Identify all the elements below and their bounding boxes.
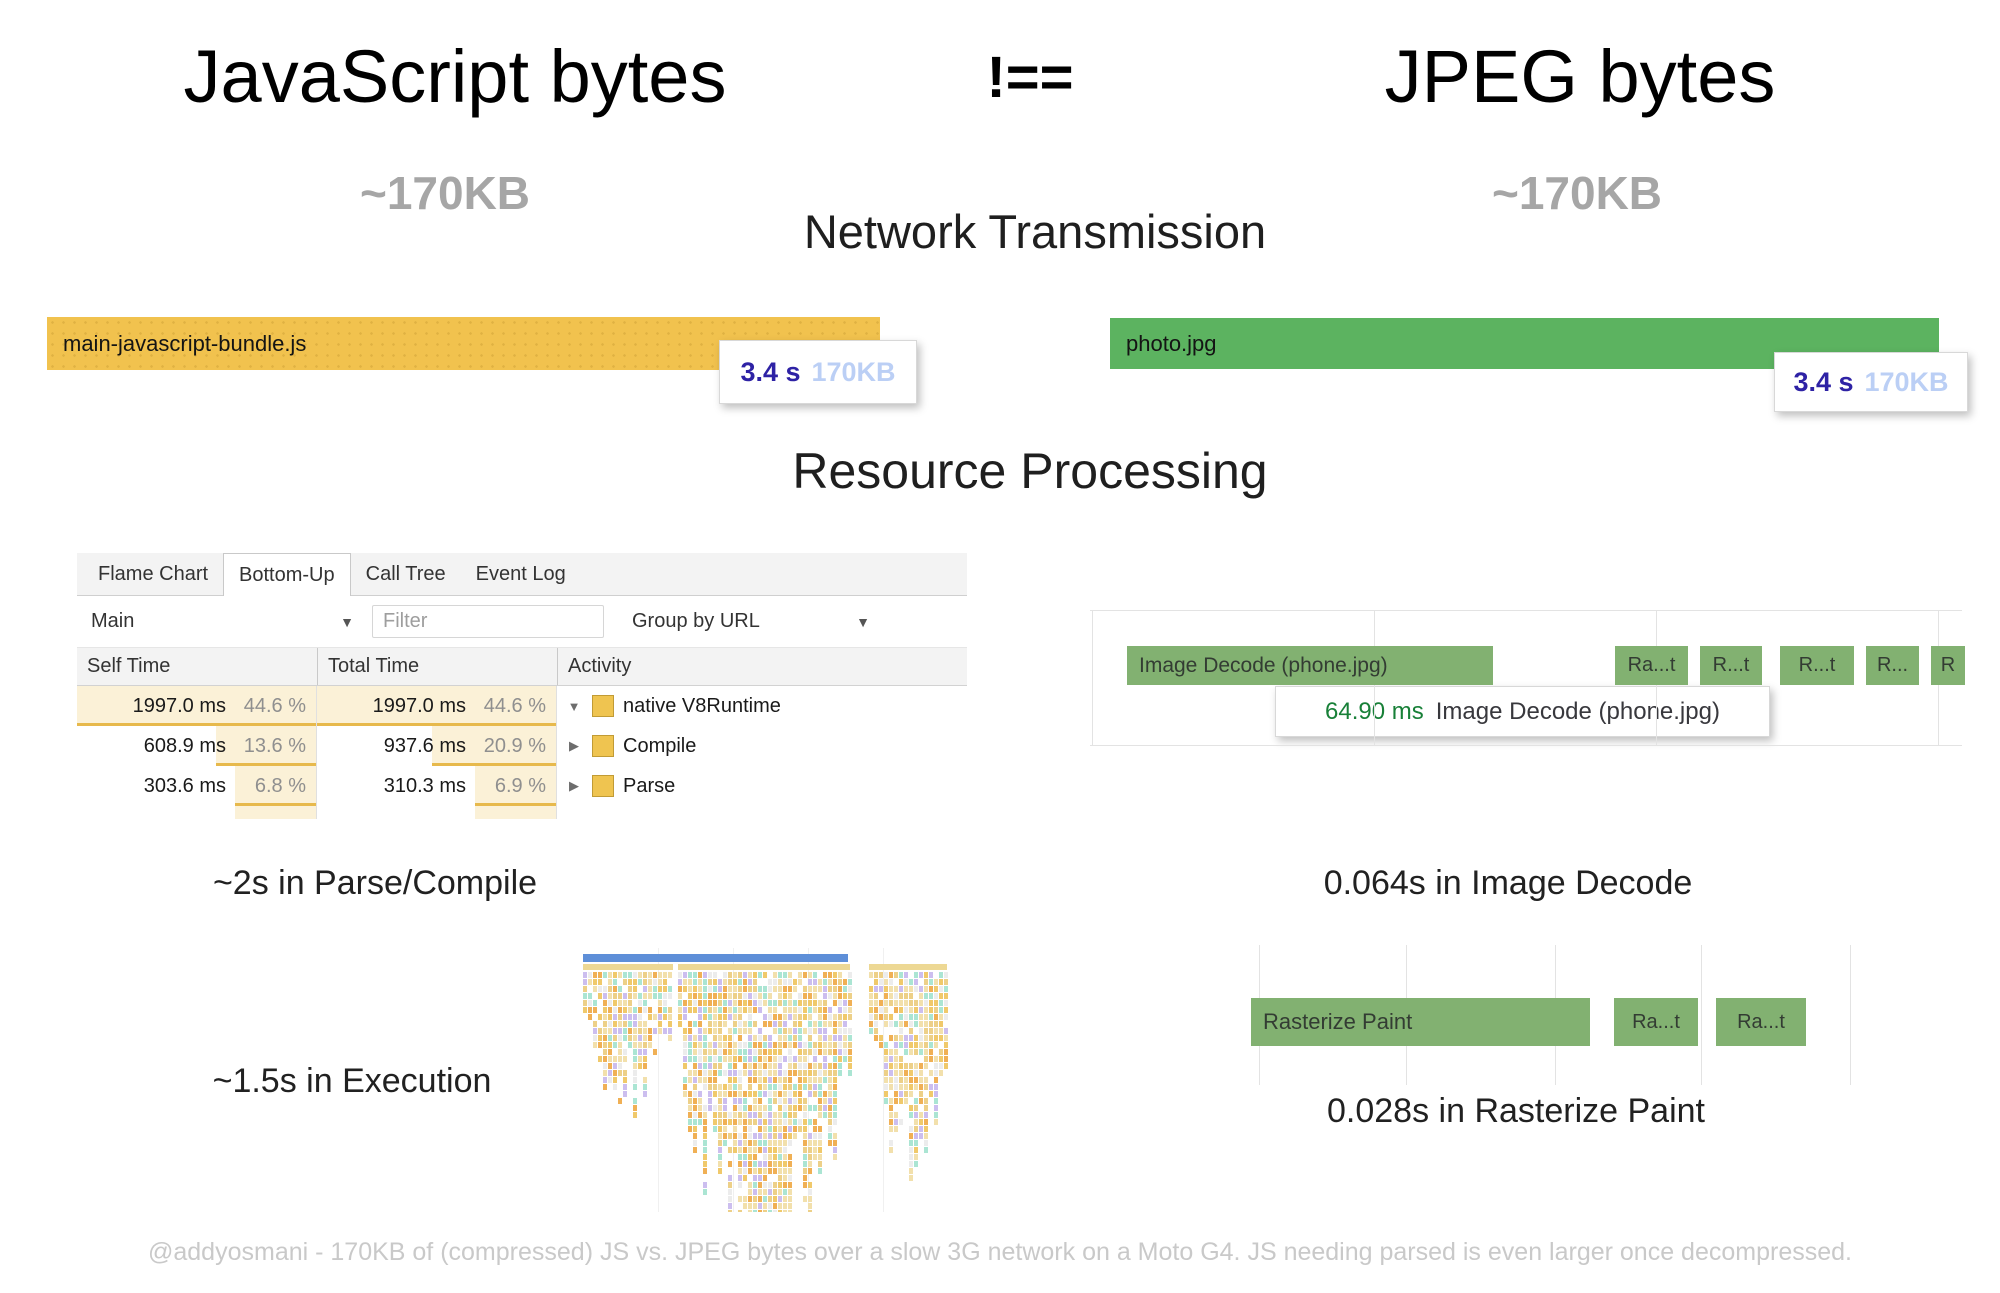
activity-color-swatch <box>592 735 614 757</box>
table-row[interactable]: 303.6 ms6.8 %310.3 ms6.9 % ▶ Parse <box>77 766 967 806</box>
chevron-down-icon: ▼ <box>340 614 354 630</box>
tab-event-log[interactable]: Event Log <box>461 553 581 595</box>
tab-flame-chart[interactable]: Flame Chart <box>83 553 223 595</box>
caption-parse-compile: ~2s in Parse/Compile <box>75 864 675 903</box>
tab-call-tree[interactable]: Call Tree <box>351 553 461 595</box>
timeline-gridline <box>1850 945 1851 1085</box>
table-row[interactable]: 1997.0 ms44.6 %1997.0 ms44.6 % ▼ native V8… <box>77 686 967 726</box>
self-time-cell: 1997.0 ms44.6 % <box>77 686 317 726</box>
jpeg-network-bar-label: photo.jpg <box>1126 331 1217 357</box>
table-row-partial <box>77 806 967 819</box>
footer-attribution: @addyosmani - 170KB of (compressed) JS v… <box>0 1238 2000 1267</box>
caption-image-decode: 0.064s in Image Decode <box>1158 864 1858 903</box>
decode-tooltip-label: Image Decode (phone.jpg) <box>1436 698 1720 726</box>
timeline-bar-main[interactable]: Image Decode (phone.jpg) <box>1127 646 1493 685</box>
js-tooltip-size: 170KB <box>812 357 896 388</box>
timeline-bar-label: R <box>1941 654 1955 677</box>
thread-select[interactable]: Main ▼ <box>77 596 372 647</box>
timeline-bar-label: R...t <box>1713 654 1750 677</box>
network-transmission-heading: Network Transmission <box>600 204 1470 259</box>
thread-select-value: Main <box>91 610 134 633</box>
timeline-gridline <box>1092 610 1093 745</box>
triangle-down-icon[interactable]: ▼ <box>565 699 583 714</box>
table-row[interactable]: 608.9 ms13.6 %937.6 ms20.9 % ▶ Compile <box>77 726 967 766</box>
timeline-gridline <box>1090 745 1962 746</box>
image-decode-tooltip: 64.90 ms Image Decode (phone.jpg) <box>1275 686 1770 737</box>
timeline-bar[interactable]: R...t <box>1700 646 1762 685</box>
timeline-bar-label: Ra...t <box>1632 1011 1680 1034</box>
activity-label: Parse <box>623 775 675 798</box>
image-decode-track: 64.90 ms Image Decode (phone.jpg) Image … <box>1090 600 1962 750</box>
devtools-panel: Flame ChartBottom-UpCall TreeEvent Log M… <box>77 553 967 819</box>
filter-input[interactable] <box>372 605 604 638</box>
rasterize-paint-track: Rasterize Paint Ra...t Ra...t <box>1230 940 1870 1090</box>
timeline-bar[interactable]: Ra...t <box>1716 998 1806 1046</box>
flame-header-bar <box>583 954 848 962</box>
triangle-right-icon[interactable]: ▶ <box>565 778 583 794</box>
activity-cell: ▶ Parse <box>557 766 967 806</box>
timeline-bar[interactable]: R... <box>1866 646 1919 685</box>
timeline-bar-label: R...t <box>1799 654 1836 677</box>
devtools-toolbar: Main ▼ Group by URL ▼ <box>77 596 967 648</box>
js-network-tooltip: 3.4 s 170KB <box>719 340 917 404</box>
group-by-select[interactable]: Group by URL ▼ <box>618 596 888 647</box>
timeline-bar[interactable]: R <box>1931 646 1965 685</box>
timeline-bar-main-label: Image Decode (phone.jpg) <box>1139 654 1388 678</box>
activity-color-swatch <box>592 695 614 717</box>
timeline-bar-label: R... <box>1877 654 1908 677</box>
js-tooltip-time: 3.4 s <box>740 357 800 388</box>
activity-label: Compile <box>623 735 696 758</box>
timeline-bar[interactable]: R...t <box>1780 646 1854 685</box>
timeline-bar[interactable]: Ra...t <box>1615 646 1688 685</box>
title-javascript-bytes: JavaScript bytes <box>105 34 805 119</box>
table-header-row: Self Time Total Time Activity <box>77 648 967 686</box>
timeline-bar-label: Ra...t <box>1628 654 1676 677</box>
jpeg-tooltip-time: 3.4 s <box>1793 367 1853 398</box>
resource-processing-heading: Resource Processing <box>595 442 1465 500</box>
tab-bottom-up[interactable]: Bottom-Up <box>223 553 351 596</box>
self-time-cell: 608.9 ms13.6 % <box>77 726 317 766</box>
timeline-gridline <box>1701 945 1702 1085</box>
activity-cell: ▼ native V8Runtime <box>557 686 967 726</box>
timeline-bar-main[interactable]: Rasterize Paint <box>1251 998 1590 1046</box>
js-size-label: ~170KB <box>245 166 645 220</box>
group-by-select-value: Group by URL <box>632 610 760 633</box>
total-time-cell: 310.3 ms6.9 % <box>317 766 557 806</box>
triangle-right-icon[interactable]: ▶ <box>565 738 583 754</box>
timeline-bar-label: Ra...t <box>1737 1011 1785 1034</box>
activity-color-swatch <box>592 775 614 797</box>
execution-flame-chart <box>583 948 953 1212</box>
activity-cell: ▶ Compile <box>557 726 967 766</box>
total-time-cell: 937.6 ms20.9 % <box>317 726 557 766</box>
caption-execution: ~1.5s in Execution <box>52 1062 652 1101</box>
devtools-tabstrip: Flame ChartBottom-UpCall TreeEvent Log <box>77 553 967 596</box>
jpeg-tooltip-size: 170KB <box>1865 367 1949 398</box>
jpeg-network-tooltip: 3.4 s 170KB <box>1774 352 1968 412</box>
column-header-total-time[interactable]: Total Time <box>317 648 557 685</box>
timeline-gridline <box>1090 610 1962 611</box>
column-header-self-time[interactable]: Self Time <box>77 648 317 685</box>
activity-label: native V8Runtime <box>623 695 781 718</box>
timeline-bar[interactable]: Ra...t <box>1614 998 1698 1046</box>
js-network-bar-label: main-javascript-bundle.js <box>63 331 306 357</box>
self-time-cell: 303.6 ms6.8 % <box>77 766 317 806</box>
slide-canvas: JavaScript bytes !== JPEG bytes ~170KB ~… <box>0 0 2000 1293</box>
title-jpeg-bytes: JPEG bytes <box>1300 34 1860 119</box>
total-time-cell: 1997.0 ms44.6 % <box>317 686 557 726</box>
title-not-equal-operator: !== <box>900 44 1160 111</box>
caption-rasterize-paint: 0.028s in Rasterize Paint <box>1166 1092 1866 1131</box>
chevron-down-icon: ▼ <box>856 614 870 630</box>
table-body: 1997.0 ms44.6 %1997.0 ms44.6 % ▼ native V8… <box>77 686 967 806</box>
timeline-bar-main-label: Rasterize Paint <box>1263 1009 1412 1035</box>
column-header-activity[interactable]: Activity <box>557 648 967 685</box>
